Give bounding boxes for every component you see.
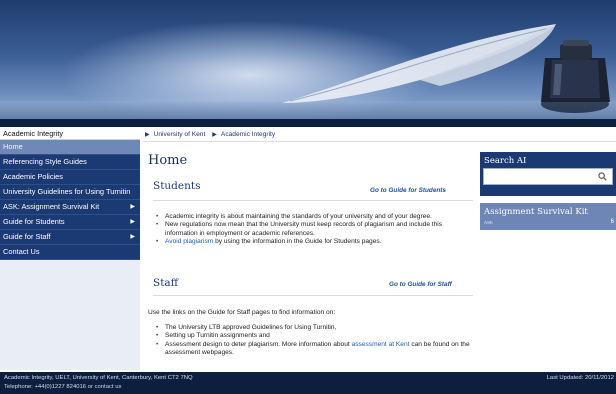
survival-kit-badge: 6 <box>610 219 614 225</box>
students-divider <box>153 200 473 201</box>
guide-for-staff-link[interactable]: Go to Guide for Staff <box>389 281 452 288</box>
search-title: Search AI <box>484 156 527 166</box>
list-item: Setting up Turnitin assignments and <box>156 332 476 341</box>
bullet-text: by using the information in the Guide fo… <box>213 237 382 245</box>
breadcrumb-arrow-icon: ▶ <box>145 132 150 138</box>
list-item: New regulations now mean that the Univer… <box>156 221 476 238</box>
header-bar <box>0 119 616 127</box>
quill-and-inkwell-illustration <box>282 24 610 113</box>
breadcrumb-arrow-icon: ▶ <box>212 132 217 138</box>
breadcrumb-divider <box>143 141 616 142</box>
nav-item-guide-for-staff[interactable]: Guide for Staff ▶ <box>0 230 140 245</box>
survival-kit-title: Assignment Survival Kit <box>484 207 588 217</box>
submenu-arrow-icon: ▶ <box>130 234 135 240</box>
page-title: Home <box>148 153 188 168</box>
list-item: Assessment design to deter plagiarism. M… <box>156 341 476 358</box>
breadcrumb-university-of-kent[interactable]: University of Kent <box>154 131 206 138</box>
nav-item-guide-for-students[interactable]: Guide for Students ▶ <box>0 215 140 230</box>
list-item: The University LTB approved Guidelines f… <box>156 324 476 333</box>
contact-us-link[interactable]: contact us <box>95 384 122 390</box>
search-icon[interactable] <box>598 172 607 181</box>
nav-item-label: Referencing Style Guides <box>3 157 87 166</box>
bullet-text: Setting up Turnitin assignments and <box>165 332 270 340</box>
footer-telephone: Telephone: +44(0)1227 824016 or <box>4 384 95 390</box>
staff-intro-text: Use the links on the Guide for Staff pag… <box>148 309 336 316</box>
students-heading: Students <box>153 180 201 192</box>
bullet-text: Assessment design to deter plagiarism. M… <box>165 340 352 348</box>
nav-item-academic-policies[interactable]: Academic Policies <box>0 170 140 185</box>
nav-background <box>0 260 140 370</box>
search-panel: Search AI <box>480 152 616 196</box>
list-item: Avoid plagiarism by using the informatio… <box>156 237 476 247</box>
breadcrumb: ▶ University of Kent ▶ Academic Integrity <box>145 129 282 140</box>
nav-item-label: Guide for Students <box>3 217 65 226</box>
survival-kit-subtitle: ASK <box>484 220 494 225</box>
page-footer: Academic Integrity, UELT, University of … <box>0 372 616 394</box>
nav-title: Academic Integrity <box>0 127 140 140</box>
avoid-plagiarism-link[interactable]: Avoid plagiarism <box>165 238 213 245</box>
nav-item-label: Guide for Staff <box>3 232 51 241</box>
list-item: Academic integrity is about maintaining … <box>156 213 476 222</box>
staff-heading: Staff <box>153 277 179 289</box>
submenu-arrow-icon: ▶ <box>130 219 135 225</box>
last-updated: Last Updated: 20/11/2012 <box>546 375 614 381</box>
nav-item-label: Academic Policies <box>3 172 63 181</box>
nav-item-turnitin-guidelines[interactable]: University Guidelines for Using Turnitin <box>0 185 140 200</box>
nav-item-label: Contact Us <box>3 247 40 256</box>
assignment-survival-kit-banner[interactable]: Assignment Survival Kit ASK 6 <box>480 203 616 230</box>
guide-for-students-link[interactable]: Go to Guide for Students <box>370 187 446 194</box>
nav-item-referencing-style-guides[interactable]: Referencing Style Guides <box>0 155 140 170</box>
staff-divider <box>153 295 473 296</box>
nav-menu: Home Referencing Style Guides Academic P… <box>0 140 140 260</box>
nav-item-home[interactable]: Home <box>0 140 140 155</box>
assessment-at-kent-link[interactable]: assessment at Kent <box>352 341 410 348</box>
bullet-text: Academic integrity is about maintaining … <box>165 213 432 220</box>
header-banner <box>0 0 616 119</box>
students-bullet-list: Academic integrity is about maintaining … <box>156 213 476 246</box>
left-navigation: Academic Integrity Home Referencing Styl… <box>0 127 140 372</box>
nav-item-contact-us[interactable]: Contact Us <box>0 245 140 260</box>
submenu-arrow-icon: ▶ <box>130 204 135 210</box>
nav-item-assignment-survival-kit[interactable]: ASK: Assignment Survival Kit ▶ <box>0 200 140 215</box>
nav-item-label: Home <box>3 142 23 151</box>
footer-address: Academic Integrity, UELT, University of … <box>4 375 193 381</box>
breadcrumb-academic-integrity[interactable]: Academic Integrity <box>221 131 275 138</box>
nav-item-label: ASK: Assignment Survival Kit <box>3 202 100 211</box>
bullet-text: The University LTB approved Guidelines f… <box>165 324 337 331</box>
staff-bullet-list: The University LTB approved Guidelines f… <box>156 324 476 357</box>
nav-item-label: University Guidelines for Using Turnitin <box>3 187 131 196</box>
search-input[interactable] <box>483 168 613 185</box>
bullet-text: New regulations now mean that the Univer… <box>165 221 443 237</box>
footer-contact: Telephone: +44(0)1227 824016 or contact … <box>4 384 121 390</box>
